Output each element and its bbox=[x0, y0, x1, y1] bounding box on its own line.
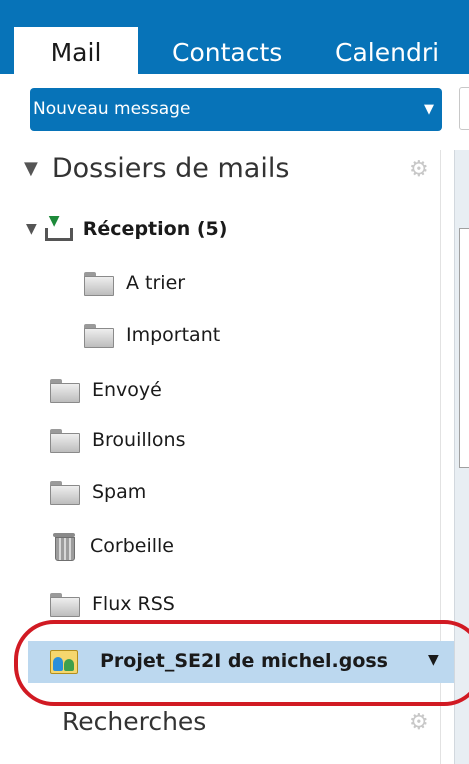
folder-label: Important bbox=[126, 324, 221, 346]
searches-header[interactable]: Recherches bbox=[62, 707, 206, 736]
message-list-panel bbox=[459, 228, 469, 468]
gear-icon[interactable]: ⚙ bbox=[409, 712, 431, 734]
folder-label: Brouillons bbox=[92, 429, 186, 451]
folder-label: Corbeille bbox=[90, 535, 174, 557]
collapse-triangle-icon[interactable]: ▼ bbox=[24, 158, 38, 179]
tab-contacts[interactable]: Contacts bbox=[172, 27, 282, 74]
mail-folders-label: Dossiers de mails bbox=[51, 153, 290, 184]
sidebar-item-spam[interactable]: Spam bbox=[50, 474, 146, 510]
drafts-folder-icon bbox=[50, 429, 80, 453]
tab-mail[interactable]: Mail bbox=[14, 27, 138, 74]
folder-label: Envoyé bbox=[92, 379, 162, 401]
tab-calendar[interactable]: Calendri bbox=[335, 27, 439, 74]
inbox-icon bbox=[44, 213, 73, 241]
folder-icon bbox=[84, 272, 114, 296]
mail-folders-header[interactable]: ▼ Dossiers de mails bbox=[24, 153, 289, 184]
sidebar-item-sent[interactable]: Envoyé bbox=[50, 372, 162, 408]
inbox-label: Réception (5) bbox=[82, 218, 228, 240]
sidebar-item-inbox[interactable]: ▼ Réception (5) bbox=[26, 211, 227, 247]
app-top-bar: Mail Contacts Calendri bbox=[0, 0, 469, 74]
gear-icon[interactable]: ⚙ bbox=[409, 159, 431, 181]
folder-label: A trier bbox=[126, 272, 186, 294]
trash-icon bbox=[52, 533, 76, 561]
folder-label: Flux RSS bbox=[92, 593, 175, 615]
folder-icon bbox=[84, 324, 114, 348]
spam-folder-icon bbox=[50, 481, 80, 505]
sidebar-item-trash[interactable]: Corbeille bbox=[52, 528, 174, 564]
sidebar-item-rss[interactable]: Flux RSS bbox=[50, 586, 175, 622]
new-message-button[interactable]: Nouveau message ▼ bbox=[30, 88, 442, 131]
folder-label: Spam bbox=[92, 481, 147, 503]
toolbar-input[interactable] bbox=[459, 87, 469, 130]
sent-folder-icon bbox=[50, 379, 80, 403]
new-message-label: Nouveau message bbox=[33, 99, 191, 119]
sidebar-item-drafts[interactable]: Brouillons bbox=[50, 422, 186, 458]
sidebar-item-a-trier[interactable]: A trier bbox=[84, 265, 185, 301]
folder-icon bbox=[50, 593, 80, 617]
sidebar-item-important[interactable]: Important bbox=[84, 317, 220, 353]
chevron-down-icon[interactable]: ▼ bbox=[424, 88, 434, 131]
annotation-highlight-oval bbox=[14, 620, 469, 706]
expand-triangle-icon[interactable]: ▼ bbox=[26, 221, 37, 237]
